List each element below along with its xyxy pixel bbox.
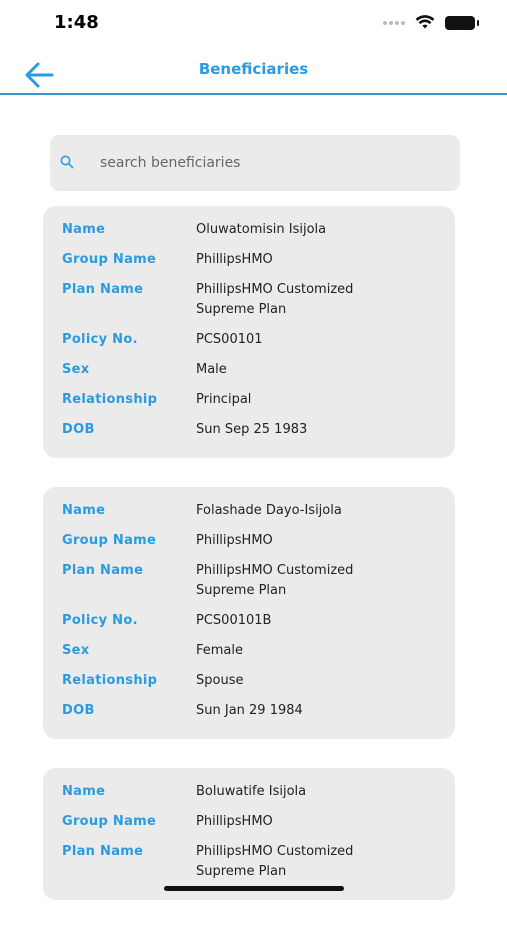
field-label: Plan Name (62, 282, 144, 297)
field-label: Group Name (62, 252, 157, 267)
field-value: Folashade Dayo-Isijola (196, 503, 342, 518)
field-label: Plan Name (62, 844, 144, 859)
field-row-policy-no: Policy No. PCS00101 (43, 330, 455, 350)
wifi-icon (415, 15, 435, 30)
field-row-name: Name Boluwatife Isijola (43, 782, 455, 802)
field-value: Sun Jan 29 1984 (196, 703, 303, 718)
field-row-sex: Sex Male (43, 360, 455, 380)
status-icons (383, 15, 479, 30)
field-row-name: Name Folashade Dayo-Isijola (43, 501, 455, 521)
field-value: PhillipsHMO Customized Supreme Plan (196, 844, 354, 879)
field-label: Group Name (62, 814, 157, 829)
field-value: PhillipsHMO Customized Supreme Plan (196, 282, 354, 317)
field-row-group-name: Group Name PhillipsHMO (43, 531, 455, 551)
field-row-sex: Sex Female (43, 641, 455, 661)
beneficiary-list: Name Oluwatomisin Isijola Group Name Phi… (43, 206, 455, 929)
field-label: Name (62, 222, 106, 237)
field-row-plan-name: Plan Name PhillipsHMO Customized Supreme… (43, 561, 455, 601)
field-label: DOB (62, 422, 95, 437)
field-label: Name (62, 503, 106, 518)
field-label: Policy No. (62, 613, 138, 628)
beneficiary-card[interactable]: Name Folashade Dayo-Isijola Group Name P… (43, 487, 455, 739)
field-value: Principal (196, 392, 252, 407)
beneficiary-card[interactable]: Name Boluwatife Isijola Group Name Phill… (43, 768, 455, 900)
field-label: Relationship (62, 673, 158, 688)
field-value: PhillipsHMO (196, 533, 273, 548)
search-box[interactable] (50, 135, 460, 191)
field-value: Boluwatife Isijola (196, 784, 307, 799)
field-label: Group Name (62, 533, 157, 548)
field-label: Name (62, 784, 106, 799)
field-row-relationship: Relationship Principal (43, 390, 455, 410)
signal-icon (383, 20, 405, 25)
status-time: 1:48 (54, 12, 99, 33)
field-value: Oluwatomisin Isijola (196, 222, 327, 237)
field-value: Spouse (196, 673, 244, 688)
field-value: Sun Sep 25 1983 (196, 422, 308, 437)
search-icon (60, 155, 74, 169)
page-title: Beneficiaries (198, 60, 309, 78)
beneficiary-card[interactable]: Name Oluwatomisin Isijola Group Name Phi… (43, 206, 455, 458)
field-row-plan-name: Plan Name PhillipsHMO Customized Supreme… (43, 280, 455, 320)
field-label: Sex (62, 643, 90, 658)
app-header: Beneficiaries (0, 48, 507, 95)
field-label: Policy No. (62, 332, 138, 347)
field-label: Relationship (62, 392, 158, 407)
field-value: PhillipsHMO Customized Supreme Plan (196, 563, 354, 598)
battery-icon (445, 15, 479, 30)
field-value: Female (196, 643, 244, 658)
field-row-dob: DOB Sun Jan 29 1984 (43, 701, 455, 721)
field-row-name: Name Oluwatomisin Isijola (43, 220, 455, 240)
field-value: PhillipsHMO (196, 814, 273, 829)
field-label: DOB (62, 703, 95, 718)
field-value: PhillipsHMO (196, 252, 273, 267)
field-row-group-name: Group Name PhillipsHMO (43, 812, 455, 832)
field-value: PCS00101 (196, 332, 263, 347)
field-label: Plan Name (62, 563, 144, 578)
field-row-policy-no: Policy No. PCS00101B (43, 611, 455, 631)
field-row-dob: DOB Sun Sep 25 1983 (43, 420, 455, 440)
field-value: PCS00101B (196, 613, 272, 628)
home-indicator[interactable] (164, 886, 344, 891)
search-input[interactable] (100, 145, 440, 181)
field-label: Sex (62, 362, 90, 377)
status-bar: 1:48 (0, 0, 507, 48)
field-row-relationship: Relationship Spouse (43, 671, 455, 691)
field-row-group-name: Group Name PhillipsHMO (43, 250, 455, 270)
field-row-plan-name: Plan Name PhillipsHMO Customized Supreme… (43, 842, 455, 882)
field-value: Male (196, 362, 227, 377)
